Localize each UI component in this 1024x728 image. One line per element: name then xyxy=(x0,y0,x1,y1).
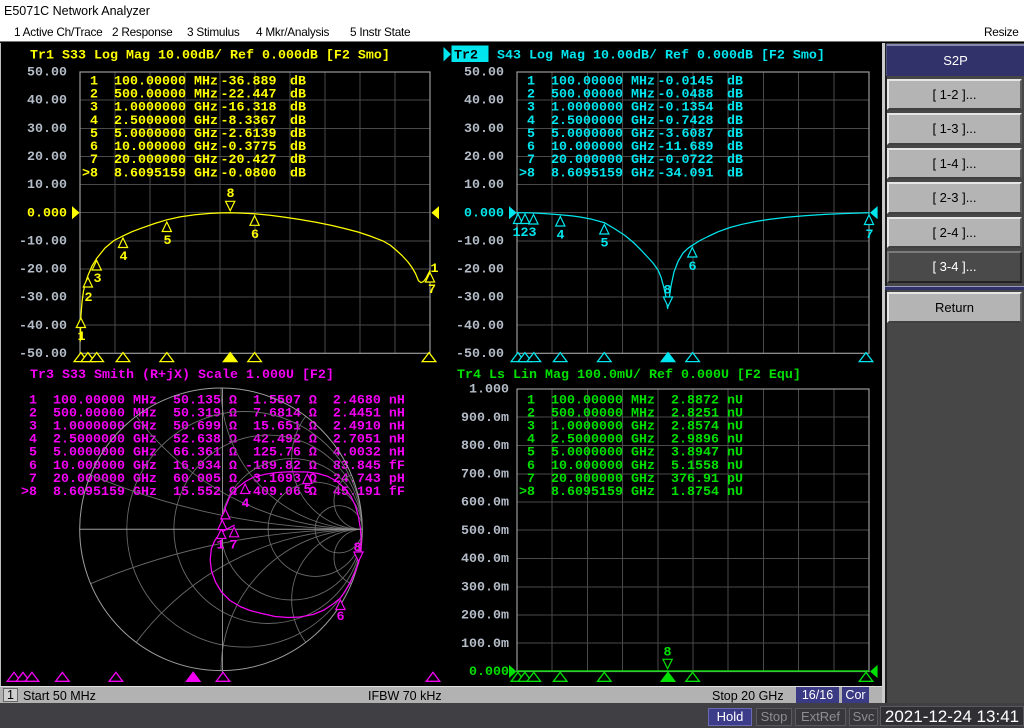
svg-text:30.00: 30.00 xyxy=(27,122,67,137)
svg-text:Tr4 Ls Lin Mag 100.0mU/ Ref 0.: Tr4 Ls Lin Mag 100.0mU/ Ref 0.000U [F2 E… xyxy=(457,368,801,383)
svg-text:40.00: 40.00 xyxy=(27,94,67,109)
svg-text:4: 4 xyxy=(557,229,565,244)
svg-text:1: 1 xyxy=(431,262,439,277)
svg-text:50.00: 50.00 xyxy=(464,66,504,81)
svg-text:2: 2 xyxy=(85,291,93,306)
svg-text:0.000: 0.000 xyxy=(469,665,509,680)
svg-text:7: 7 xyxy=(428,283,436,298)
svg-text:6: 6 xyxy=(251,228,259,243)
svg-text:20.00: 20.00 xyxy=(464,150,504,165)
svg-text:-50.00: -50.00 xyxy=(19,347,67,362)
svg-text:3: 3 xyxy=(94,272,102,287)
svg-text:>8 8.6095159 GHz 1.8754 nU: >8 8.6095159 GHz 1.8754 nU xyxy=(519,485,743,500)
svg-text:0.000: 0.000 xyxy=(27,206,67,221)
svg-text:-34.091: -34.091 xyxy=(658,166,714,181)
svg-text:-20.00: -20.00 xyxy=(456,263,504,278)
svg-text:2: 2 xyxy=(521,226,529,241)
svg-text:-30.00: -30.00 xyxy=(19,291,67,306)
svg-text:6: 6 xyxy=(689,260,697,275)
svg-text:30.00: 30.00 xyxy=(464,122,504,137)
svg-text:-40.00: -40.00 xyxy=(456,319,504,334)
svg-text:-10.00: -10.00 xyxy=(456,234,504,249)
svg-text:8: 8 xyxy=(354,541,362,556)
svg-text:6: 6 xyxy=(337,610,345,625)
svg-text:40.00: 40.00 xyxy=(464,94,504,109)
svg-text:4: 4 xyxy=(120,250,128,265)
svg-text:500.0m: 500.0m xyxy=(461,524,509,539)
svg-text:10.00: 10.00 xyxy=(27,178,67,193)
svg-text:1: 1 xyxy=(78,330,86,345)
svg-text:-10.00: -10.00 xyxy=(19,234,67,249)
svg-text:Tr1 S33 Log Mag 10.00dB/ Ref 0: Tr1 S33 Log Mag 10.00dB/ Ref 0.000dB [F2… xyxy=(30,49,390,64)
svg-text:Tr3 S33 Smith (R+jX) Scale 1.0: Tr3 S33 Smith (R+jX) Scale 1.000U [F2] xyxy=(30,368,334,383)
svg-text:dB: dB xyxy=(727,166,743,181)
svg-text:200.0m: 200.0m xyxy=(461,609,509,624)
svg-text:0.000: 0.000 xyxy=(464,206,504,221)
svg-text:8: 8 xyxy=(664,646,672,661)
svg-text:-40.00: -40.00 xyxy=(19,319,67,334)
svg-text:20.00: 20.00 xyxy=(27,150,67,165)
svg-text:7: 7 xyxy=(866,228,874,243)
svg-text:-0.0800: -0.0800 xyxy=(221,166,277,181)
svg-text:-20.00: -20.00 xyxy=(19,263,67,278)
svg-text:4: 4 xyxy=(242,497,250,512)
svg-text:8: 8 xyxy=(227,187,235,202)
svg-text:400.0m: 400.0m xyxy=(461,552,509,567)
svg-text:900.0m: 900.0m xyxy=(461,411,509,426)
svg-text:>8 8.6095159 GHz: >8 8.6095159 GHz xyxy=(519,166,655,181)
svg-text:5: 5 xyxy=(164,234,172,249)
svg-text:1: 1 xyxy=(513,226,521,241)
svg-text:Tr2: Tr2 xyxy=(454,49,478,64)
svg-text:10.00: 10.00 xyxy=(464,178,504,193)
svg-text:3: 3 xyxy=(529,226,537,241)
svg-text:600.0m: 600.0m xyxy=(461,496,509,511)
svg-text:700.0m: 700.0m xyxy=(461,467,509,482)
svg-text:5: 5 xyxy=(601,237,609,252)
svg-text:800.0m: 800.0m xyxy=(461,439,509,454)
svg-text:1: 1 xyxy=(217,539,225,554)
svg-text:>8 8.6095159 GHz: >8 8.6095159 GHz xyxy=(82,166,218,181)
svg-text:50.00: 50.00 xyxy=(27,66,67,81)
svg-text:8: 8 xyxy=(664,284,672,299)
svg-text:-50.00: -50.00 xyxy=(456,347,504,362)
svg-text:7: 7 xyxy=(230,539,238,554)
svg-text:-30.00: -30.00 xyxy=(456,291,504,306)
svg-text:300.0m: 300.0m xyxy=(461,580,509,595)
svg-text:S43 Log Mag 10.00dB/ Ref 0.000: S43 Log Mag 10.00dB/ Ref 0.000dB [F2 Smo… xyxy=(489,49,825,64)
svg-text:1.000: 1.000 xyxy=(469,383,509,398)
svg-text:dB: dB xyxy=(290,166,306,181)
svg-text:5: 5 xyxy=(304,483,312,498)
svg-text:100.0m: 100.0m xyxy=(461,637,509,652)
